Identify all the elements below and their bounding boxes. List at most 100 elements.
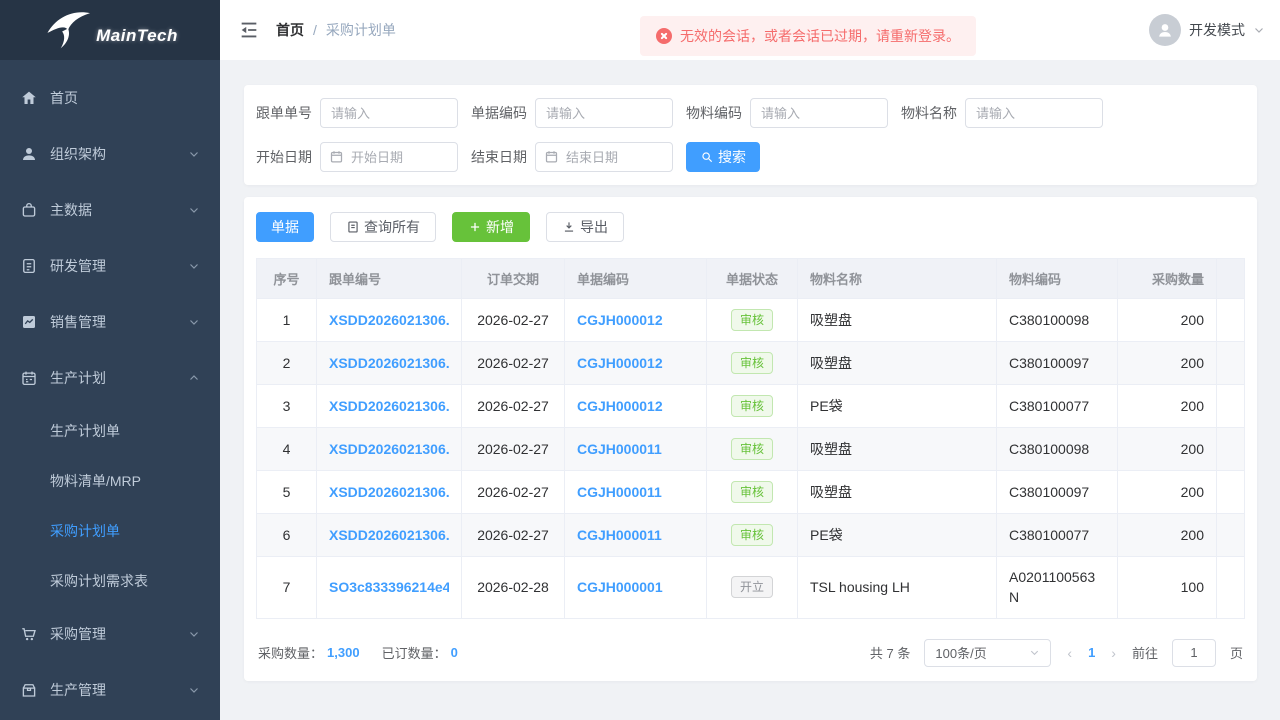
cell-delivery-date: 2026-02-27 <box>462 385 565 428</box>
prev-page-icon[interactable]: ‹ <box>1065 645 1074 661</box>
doc-no-link[interactable]: CGJH000012 <box>577 355 694 371</box>
doc-no-link[interactable]: CGJH000011 <box>577 484 694 500</box>
table-footer: 采购数量： 1,300 已订数量： 0 共 7 条 100条/页 <box>256 639 1245 667</box>
status-badge: 审核 <box>731 309 773 331</box>
page-size-value: 100条/页 <box>935 643 986 662</box>
table-row: 7SO3c833396214e402026-02-28CGJH000001开立T… <box>257 557 1245 619</box>
brand-swoosh-icon <box>42 8 94 52</box>
doc-no-link[interactable]: CGJH000001 <box>577 579 694 595</box>
next-page-icon[interactable]: › <box>1109 645 1118 661</box>
status-badge: 审核 <box>731 352 773 374</box>
current-page[interactable]: 1 <box>1088 645 1095 660</box>
doc-no-link[interactable]: CGJH000012 <box>577 398 694 414</box>
cell-material-name: 吸塑盘 <box>798 342 997 385</box>
sidebar-item-home[interactable]: 首页 <box>0 70 220 126</box>
doc-no-link[interactable]: CGJH000011 <box>577 441 694 457</box>
goto-page-input[interactable] <box>1172 639 1216 667</box>
cell-clipped <box>1217 299 1245 342</box>
cart-icon <box>20 625 38 643</box>
cell-qty: 200 <box>1118 385 1217 428</box>
chevron-down-icon <box>188 628 200 640</box>
doc-no-link[interactable]: CGJH000011 <box>577 527 694 543</box>
cell-delivery-date: 2026-02-27 <box>462 514 565 557</box>
order-no-link[interactable]: XSDD2026021306.. <box>329 527 449 543</box>
cell-qty: 100 <box>1118 557 1217 619</box>
order-no-link[interactable]: SO3c833396214e40 <box>329 579 449 595</box>
column-header: 物料编码 <box>997 259 1118 299</box>
avatar <box>1149 14 1181 46</box>
export-button[interactable]: 导出 <box>546 212 624 242</box>
table-row: 1XSDD2026021306..2026-02-27CGJH000012审核吸… <box>257 299 1245 342</box>
order-no-link[interactable]: XSDD2026021306.. <box>329 441 449 457</box>
sidebar-item-label: 研发管理 <box>50 256 188 276</box>
query-all-button[interactable]: 查询所有 <box>330 212 436 242</box>
search-icon <box>700 150 714 164</box>
error-circle-icon <box>656 28 672 44</box>
order-no-link[interactable]: XSDD2026021306.. <box>329 355 449 371</box>
status-badge: 开立 <box>731 576 773 598</box>
user-menu[interactable]: 开发模式 <box>1149 14 1265 46</box>
sidebar-subitem-purchase-plan-demand[interactable]: 采购计划需求表 <box>0 556 220 606</box>
document-icon <box>346 220 360 234</box>
calendar-icon <box>20 369 38 387</box>
pagination: 共 7 条 100条/页 ‹ 1 › 前往 页 <box>870 639 1243 667</box>
column-header: 跟单编号 <box>317 259 462 299</box>
doc-no-link[interactable]: CGJH000012 <box>577 312 694 328</box>
sidebar-subitem-bom-mrp[interactable]: 物料清单/MRP <box>0 456 220 506</box>
order-no-link[interactable]: XSDD2026021306.. <box>329 484 449 500</box>
material-code-input[interactable] <box>750 98 888 128</box>
result-panel: 单据 查询所有 新增 导出 <box>244 197 1257 681</box>
app-root: MainTech 首页 组织架构 主数据 <box>0 0 1280 720</box>
breadcrumb-home[interactable]: 首页 <box>276 20 304 40</box>
page-size-select[interactable]: 100条/页 <box>924 639 1051 667</box>
table-row: 6XSDD2026021306..2026-02-27CGJH000011审核P… <box>257 514 1245 557</box>
chevron-down-icon <box>188 260 200 272</box>
search-button[interactable]: 搜索 <box>686 142 760 172</box>
doc-mode-button[interactable]: 单据 <box>256 212 314 242</box>
sidebar-item-label: 采购管理 <box>50 624 188 644</box>
cell-material-name: 吸塑盘 <box>798 428 997 471</box>
sidebar-item-sales[interactable]: 销售管理 <box>0 294 220 350</box>
ordered-qty-summary: 已订数量： 0 <box>382 643 458 662</box>
cell-material-name: 吸塑盘 <box>798 471 997 514</box>
sidebar: MainTech 首页 组织架构 主数据 <box>0 0 220 720</box>
column-header-clipped <box>1217 259 1245 299</box>
doc-no-input[interactable] <box>535 98 673 128</box>
cell-material-code: C380100098 <box>1009 310 1101 330</box>
sidebar-subitem-production-plan-order[interactable]: 生产计划单 <box>0 406 220 456</box>
sidebar-item-master-data[interactable]: 主数据 <box>0 182 220 238</box>
chart-icon <box>20 313 38 331</box>
end-date-input[interactable] <box>535 142 673 172</box>
chevron-down-icon <box>188 684 200 696</box>
home-icon <box>20 89 38 107</box>
sidebar-item-purchasing[interactable]: 采购管理 <box>0 606 220 662</box>
sidebar-item-label: 生产计划 <box>50 368 188 388</box>
sidebar-item-org[interactable]: 组织架构 <box>0 126 220 182</box>
start-date-input[interactable] <box>320 142 458 172</box>
status-badge: 审核 <box>731 438 773 460</box>
column-header: 采购数量 <box>1118 259 1217 299</box>
sidebar-subitem-purchase-plan-order[interactable]: 采购计划单 <box>0 506 220 556</box>
sidebar-item-rnd[interactable]: 研发管理 <box>0 238 220 294</box>
order-no-input[interactable] <box>320 98 458 128</box>
pagination-total: 共 7 条 <box>870 643 910 662</box>
sidebar-fold-icon[interactable] <box>238 19 260 41</box>
toolbar: 单据 查询所有 新增 导出 <box>256 212 1245 242</box>
sidebar-item-label: 主数据 <box>50 200 188 220</box>
sidebar-item-manufacturing[interactable]: 生产管理 <box>0 662 220 718</box>
purchase-qty-summary: 采购数量： 1,300 <box>258 643 360 662</box>
breadcrumb: 首页 / 采购计划单 <box>276 20 396 40</box>
column-header: 序号 <box>257 259 317 299</box>
add-button[interactable]: 新增 <box>452 212 530 242</box>
form-item-order-no: 跟单单号 <box>256 98 458 128</box>
package-icon <box>20 681 38 699</box>
cell-clipped <box>1217 342 1245 385</box>
cell-material-code: C380100098 <box>1009 439 1101 459</box>
cell-seq: 6 <box>257 514 317 557</box>
order-no-link[interactable]: XSDD2026021306.. <box>329 312 449 328</box>
material-name-input[interactable] <box>965 98 1103 128</box>
cell-qty: 200 <box>1118 299 1217 342</box>
cell-clipped <box>1217 428 1245 471</box>
order-no-link[interactable]: XSDD2026021306.. <box>329 398 449 414</box>
sidebar-item-production-plan[interactable]: 生产计划 <box>0 350 220 406</box>
